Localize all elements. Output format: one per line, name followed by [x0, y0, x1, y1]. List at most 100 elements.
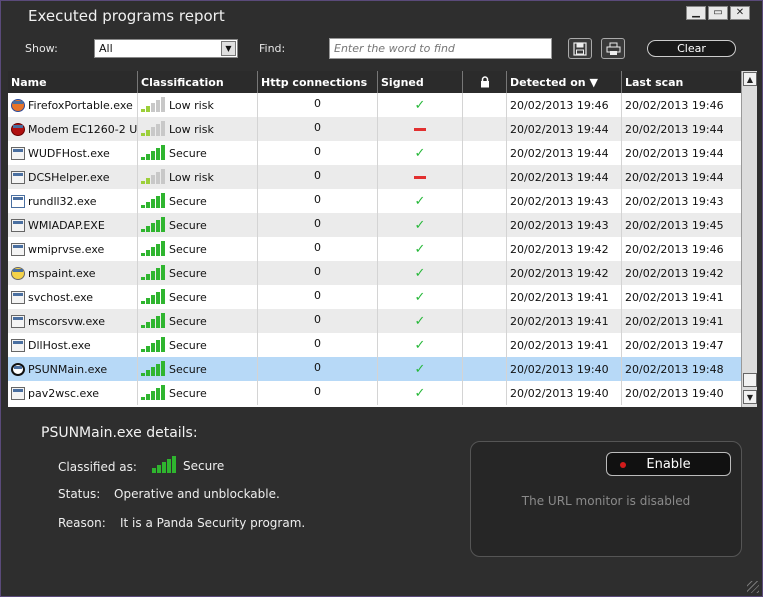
column-classification[interactable]: Classification	[138, 71, 258, 93]
minimize-button[interactable]: ▁	[686, 6, 706, 20]
check-icon: ✓	[414, 265, 426, 281]
table-row[interactable]: rundll32.exe Secure 0 ✓ 20/02/2013 19:43 20/0…	[8, 189, 741, 213]
column-last-scan[interactable]: Last scan	[622, 71, 741, 93]
check-icon: ✓	[414, 193, 426, 209]
clear-button[interactable]: Clear	[647, 40, 736, 57]
table-row[interactable]: wmiprvse.exe Secure 0 ✓ 20/02/2013 19:42 20/0…	[8, 237, 741, 261]
table-row[interactable]: WUDFHost.exe Secure 0 ✓ 20/02/2013 19:44 20/0…	[8, 141, 741, 165]
last-scan-cell: 20/02/2013 19:46	[625, 242, 724, 256]
find-label: Find:	[259, 42, 286, 55]
table-row[interactable]: svchost.exe Secure 0 ✓ 20/02/2013 19:41 20/02…	[8, 285, 741, 309]
classified-as-label: Classified as:	[58, 460, 137, 474]
url-monitor-panel: Enable The URL monitor is disabled	[470, 441, 742, 557]
program-name-cell[interactable]: PSUNMain.exe	[8, 357, 138, 381]
enable-button[interactable]: Enable	[606, 452, 731, 476]
classification-cell: Secure	[138, 309, 258, 333]
scroll-up-icon[interactable]: ▲	[743, 72, 757, 86]
detected-on-cell: 20/02/2013 19:44	[507, 117, 622, 141]
program-name-cell[interactable]: DCSHelper.exe	[8, 165, 138, 189]
signed-cell: ✓	[378, 381, 463, 405]
program-name: svchost.exe	[28, 290, 94, 304]
column-lock[interactable]	[463, 71, 507, 93]
program-name: FirefoxPortable.exe	[28, 98, 133, 112]
program-name-cell[interactable]: pav2wsc.exe	[8, 381, 138, 405]
signed-cell: ✓	[378, 309, 463, 333]
http-connections-cell: 0	[258, 381, 378, 405]
print-icon[interactable]	[601, 38, 625, 59]
http-connections-cell: 0	[258, 165, 378, 189]
signal-bars-icon	[141, 145, 165, 160]
check-icon: ✓	[414, 289, 426, 305]
detected-on-cell: 20/02/2013 19:46	[507, 93, 622, 117]
last-scan-cell: 20/02/2013 19:44	[625, 122, 724, 136]
classification-cell: Low risk	[138, 117, 258, 141]
program-icon	[11, 386, 25, 400]
signed-cell: ✓	[378, 141, 463, 165]
program-name-cell[interactable]: WUDFHost.exe	[8, 141, 138, 165]
table-row[interactable]: FirefoxPortable.exe Low risk 0 ✓ 20/02/2013 …	[8, 93, 741, 117]
unsigned-dash-icon	[414, 175, 426, 179]
program-name: DCSHelper.exe	[28, 170, 110, 184]
table-row[interactable]: DCSHelper.exe Low risk 0 20/02/2013 19:44 20…	[8, 165, 741, 189]
program-name: mscorsvw.exe	[28, 314, 105, 328]
program-name: pav2wsc.exe	[28, 386, 100, 400]
classification-cell: Low risk	[138, 165, 258, 189]
classification-label: Secure	[169, 386, 207, 400]
chevron-down-icon[interactable]: ▼	[221, 41, 236, 56]
status-value: Operative and unblockable.	[114, 487, 280, 501]
programs-table: Name Classification Http connections Sig…	[8, 71, 741, 407]
table-row[interactable]: WMIADAP.EXE Secure 0 ✓ 20/02/2013 19:43 20/02…	[8, 213, 741, 237]
column-http-connections[interactable]: Http connections	[258, 71, 378, 93]
lock-cell	[463, 189, 507, 213]
status-label: Status:	[58, 487, 101, 501]
close-button[interactable]: ✕	[730, 6, 750, 20]
modem-icon	[11, 122, 25, 136]
detected-on-cell: 20/02/2013 19:44	[507, 165, 622, 189]
save-icon[interactable]	[568, 38, 592, 59]
program-name-cell[interactable]: rundll32.exe	[8, 189, 138, 213]
program-name: rundll32.exe	[28, 194, 97, 208]
table-header: Name Classification Http connections Sig…	[8, 71, 741, 93]
detected-on-cell: 20/02/2013 19:43	[507, 189, 622, 213]
last-scan-cell: 20/02/2013 19:41	[625, 314, 724, 328]
program-name-cell[interactable]: Modem EC1260-2 U...	[8, 117, 138, 141]
table-row[interactable]: mspaint.exe Secure 0 ✓ 20/02/2013 19:42 20/02…	[8, 261, 741, 285]
scroll-thumb[interactable]	[743, 373, 757, 387]
http-connections-cell: 0	[258, 93, 378, 117]
check-icon: ✓	[414, 313, 426, 329]
signal-bars-icon	[141, 169, 165, 184]
resize-grip-icon[interactable]	[747, 581, 759, 593]
find-input[interactable]	[329, 38, 552, 59]
classification-label: Secure	[169, 314, 207, 328]
table-row[interactable]: mscorsvw.exe Secure 0 ✓ 20/02/2013 19:41 20/0…	[8, 309, 741, 333]
program-icon	[11, 338, 25, 352]
program-name-cell[interactable]: wmiprvse.exe	[8, 237, 138, 261]
program-name-cell[interactable]: WMIADAP.EXE	[8, 213, 138, 237]
table-scrollbar[interactable]: ▲ ▼	[741, 71, 757, 407]
program-icon	[11, 146, 25, 160]
table-row[interactable]: DllHost.exe Secure 0 ✓ 20/02/2013 19:41 20/02…	[8, 333, 741, 357]
program-name-cell[interactable]: mscorsvw.exe	[8, 309, 138, 333]
table-row[interactable]: Modem EC1260-2 U... Low risk 0 20/02/2013 1…	[8, 117, 741, 141]
last-scan-cell: 20/02/2013 19:46	[625, 98, 724, 112]
detected-on-cell: 20/02/2013 19:44	[507, 141, 622, 165]
http-connections-cell: 0	[258, 141, 378, 165]
maximize-button[interactable]: ▭	[708, 6, 728, 20]
table-row[interactable]: PSUNMain.exe Secure 0 ✓ 20/02/2013 19:40 20/0…	[8, 357, 741, 381]
column-signed[interactable]: Signed	[378, 71, 463, 93]
program-name-cell[interactable]: FirefoxPortable.exe	[8, 93, 138, 117]
panda-icon	[11, 362, 25, 376]
table-body: FirefoxPortable.exe Low risk 0 ✓ 20/02/2013 …	[8, 93, 741, 405]
program-name-cell[interactable]: DllHost.exe	[8, 333, 138, 357]
program-name-cell[interactable]: mspaint.exe	[8, 261, 138, 285]
table-row[interactable]: pav2wsc.exe Secure 0 ✓ 20/02/2013 19:40 20/02…	[8, 381, 741, 405]
program-name-cell[interactable]: svchost.exe	[8, 285, 138, 309]
show-dropdown[interactable]: All ▼	[94, 39, 238, 58]
signal-bars-icon	[141, 337, 165, 352]
column-detected-on[interactable]: Detected on ▼	[507, 71, 622, 93]
scroll-down-icon[interactable]: ▼	[743, 390, 757, 404]
http-connections-cell: 0	[258, 213, 378, 237]
details-title: PSUNMain.exe details:	[41, 425, 198, 441]
lock-cell	[463, 381, 507, 405]
column-name[interactable]: Name	[8, 71, 138, 93]
